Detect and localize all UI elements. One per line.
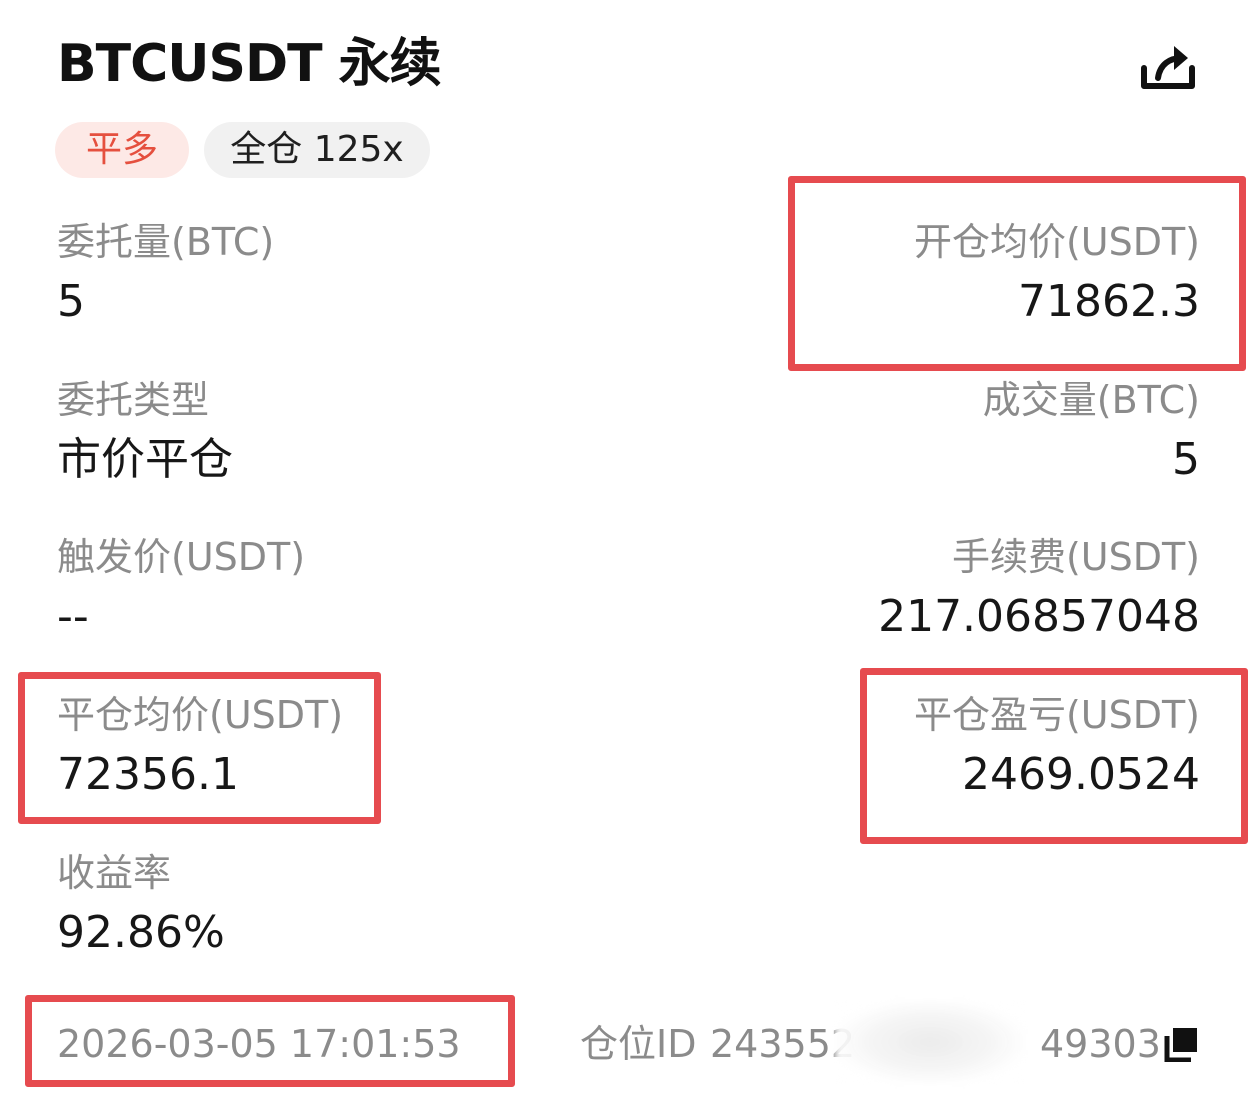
order-type-label: 委托类型: [57, 378, 210, 422]
close-avg-price-label: 平仓均价(USDT): [57, 693, 344, 737]
roi-label: 收益率: [57, 851, 172, 895]
position-id-label: 仓位ID: [580, 1022, 697, 1066]
open-avg-price-label: 开仓均价(USDT): [913, 220, 1200, 264]
side-badge: 平多: [55, 122, 189, 178]
order-qty-value: 5: [57, 276, 85, 327]
redaction-blur: [835, 1000, 1025, 1084]
close-pnl-value: 2469.0524: [962, 749, 1200, 800]
close-pnl-label: 平仓盈亏(USDT): [913, 693, 1200, 737]
fee-value: 217.06857048: [878, 591, 1200, 642]
timestamp: 2026-03-05 17:01:53: [57, 1022, 461, 1066]
copy-icon[interactable]: [1163, 1026, 1199, 1063]
trigger-price-label: 触发价(USDT): [57, 535, 306, 579]
fee-label: 手续费(USDT): [951, 535, 1200, 579]
share-icon[interactable]: [1136, 38, 1200, 98]
roi-value: 92.86%: [57, 907, 225, 958]
highlight-box-open-avg-price: [788, 176, 1246, 371]
close-avg-price-value: 72356.1: [57, 749, 239, 800]
order-type-value: 市价平仓: [57, 434, 233, 485]
page-title: BTCUSDT 永续: [57, 34, 442, 94]
open-avg-price-value: 71862.3: [1018, 276, 1200, 327]
trigger-price-value: --: [57, 591, 89, 642]
margin-mode-badge: 全仓 125x: [204, 122, 430, 178]
position-id-suffix: 49303: [1040, 1022, 1161, 1066]
filled-qty-label: 成交量(BTC): [982, 378, 1200, 422]
filled-qty-value: 5: [1172, 434, 1200, 485]
position-id-prefix: 243552: [710, 1022, 856, 1066]
order-qty-label: 委托量(BTC): [57, 220, 275, 264]
